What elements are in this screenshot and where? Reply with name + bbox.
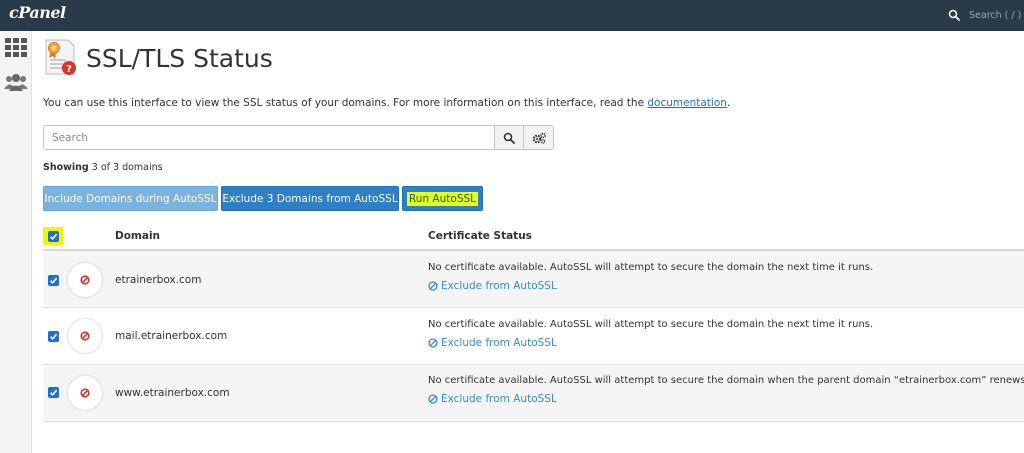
domain-name: etrainerbox.com: [115, 274, 202, 286]
page-title: SSL/TLS Status: [86, 44, 273, 73]
exclude-from-autossl-link[interactable]: Exclude from AutoSSL: [428, 393, 557, 405]
ban-icon: [428, 338, 438, 348]
showing-count: Showing 3 of 3 domains: [43, 162, 163, 173]
intro-text: You can use this interface to view the S…: [43, 97, 730, 109]
checkmark-icon: [49, 333, 58, 340]
exclude-domains-button[interactable]: Exclude 3 Domains from AutoSSL: [221, 186, 399, 211]
gears-icon: [532, 132, 546, 144]
top-search-placeholder: Search ( / ): [969, 9, 1022, 21]
checkmark-icon: [49, 233, 58, 240]
certificate-status-message: No certificate available. AutoSSL will a…: [428, 319, 874, 330]
showing-label: Showing: [43, 162, 89, 173]
row-checkbox[interactable]: [48, 387, 59, 398]
row-checkbox[interactable]: [48, 331, 59, 342]
exclude-from-autossl-link[interactable]: Exclude from AutoSSL: [428, 337, 557, 349]
top-search[interactable]: Search ( / ): [948, 4, 1024, 26]
intro-text-end: .: [726, 97, 731, 109]
status-indicator: [67, 262, 103, 298]
no-entry-icon: [80, 331, 90, 341]
run-autossl-label: Run AutoSSL: [406, 191, 479, 206]
status-indicator: [67, 318, 103, 354]
search-button[interactable]: [494, 125, 524, 150]
checkmark-icon: [49, 389, 58, 396]
certificate-status-message: No certificate available. AutoSSL will a…: [428, 262, 874, 273]
no-entry-icon: [80, 388, 90, 398]
row-divider: [43, 421, 1024, 422]
svg-text:?: ?: [66, 64, 72, 75]
showing-text: 3 of 3 domains: [91, 162, 163, 173]
domain-name: mail.etrainerbox.com: [115, 330, 228, 342]
grid-icon[interactable]: [4, 37, 28, 59]
status-indicator: [67, 375, 103, 411]
settings-button[interactable]: [523, 125, 554, 150]
search-icon: [948, 9, 960, 21]
column-header-certificate-status[interactable]: Certificate Status: [428, 230, 532, 242]
exclude-from-autossl-label: Exclude from AutoSSL: [441, 280, 557, 292]
checkmark-icon: [49, 277, 58, 284]
cpanel-logo[interactable]: cPanel: [9, 3, 66, 22]
intro-text-body: You can use this interface to view the S…: [43, 97, 648, 109]
domain-name: www.etrainerbox.com: [115, 387, 230, 399]
run-autossl-button[interactable]: Run AutoSSL: [402, 186, 483, 211]
row-checkbox[interactable]: [48, 275, 59, 286]
ban-icon: [428, 394, 438, 404]
select-all-checkbox[interactable]: [48, 231, 59, 242]
exclude-from-autossl-label: Exclude from AutoSSL: [441, 337, 557, 349]
no-entry-icon: [80, 275, 90, 285]
ban-icon: [428, 281, 438, 291]
certificate-status-message: No certificate available. AutoSSL will a…: [428, 375, 1024, 386]
certificate-icon: ?: [44, 38, 78, 78]
column-header-domain[interactable]: Domain: [115, 230, 160, 242]
documentation-link[interactable]: documentation: [647, 97, 727, 109]
top-navbar: cPanel Search ( / ): [0, 0, 1024, 31]
exclude-from-autossl-link[interactable]: Exclude from AutoSSL: [428, 280, 557, 292]
exclude-from-autossl-label: Exclude from AutoSSL: [441, 393, 557, 405]
search-icon: [503, 132, 515, 144]
search-input[interactable]: [43, 125, 495, 150]
users-icon[interactable]: [4, 72, 28, 94]
include-domains-button[interactable]: Include Domains during AutoSSL: [43, 186, 218, 211]
left-sidebar: [0, 31, 32, 453]
